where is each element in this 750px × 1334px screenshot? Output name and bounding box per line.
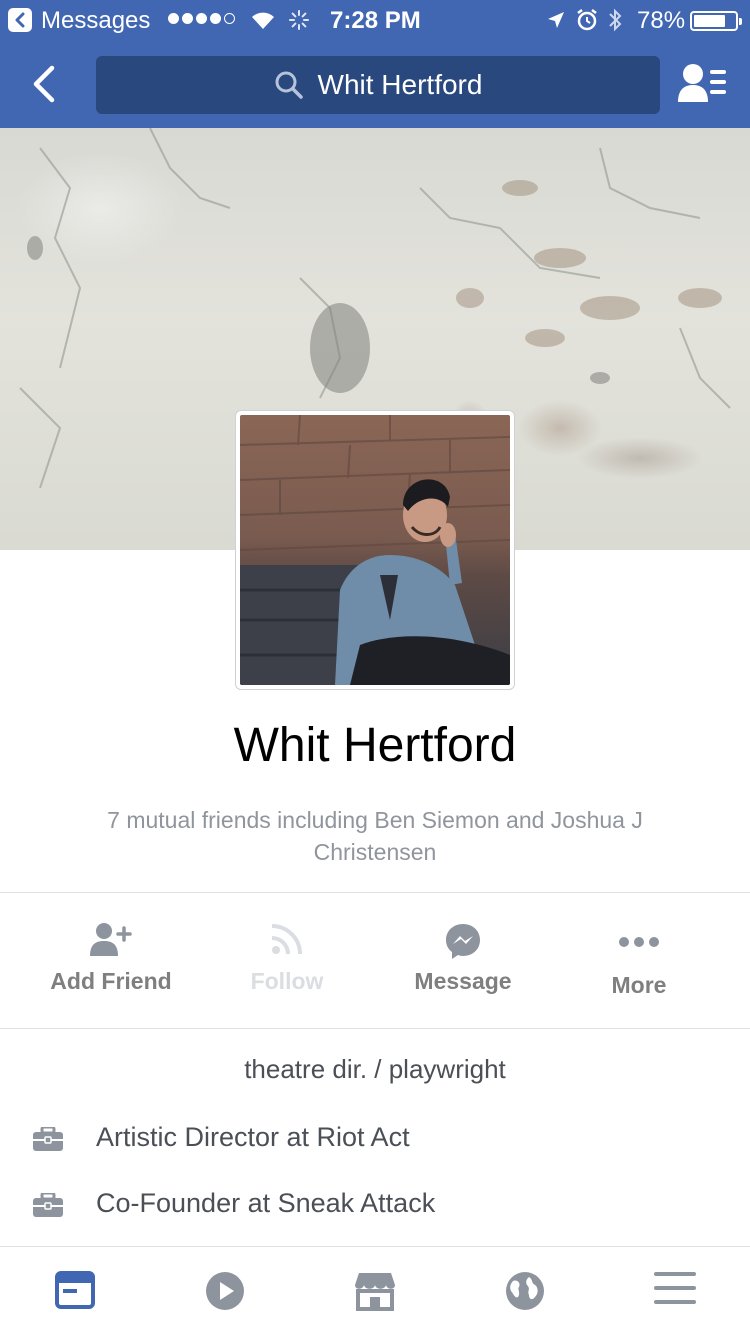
divider bbox=[0, 1028, 750, 1029]
profile-name: Whit Hertford bbox=[233, 719, 517, 772]
message-button[interactable]: Message bbox=[375, 894, 551, 1028]
profile-actions: Add Friend Follow Message More bbox=[0, 894, 750, 1028]
mutual-friends-text[interactable]: 7 mutual friends including Ben Siemon an… bbox=[60, 804, 690, 868]
search-bar[interactable]: Whit Hertford bbox=[96, 56, 660, 114]
signal-icon bbox=[168, 13, 235, 24]
more-label: More bbox=[611, 972, 667, 998]
battery-icon bbox=[690, 11, 742, 31]
search-icon bbox=[275, 71, 303, 99]
message-label: Message bbox=[414, 968, 512, 994]
follow-label: Follow bbox=[250, 968, 324, 994]
loading-spinner-icon bbox=[289, 10, 309, 30]
bluetooth-icon bbox=[609, 8, 622, 32]
briefcase-icon bbox=[33, 1193, 63, 1217]
more-button[interactable]: More bbox=[551, 894, 727, 1028]
tab-news-feed[interactable] bbox=[0, 1247, 150, 1334]
friends-list-button[interactable] bbox=[678, 62, 728, 106]
work-item-label: Artistic Director at Riot Act bbox=[96, 1122, 410, 1152]
wifi-icon bbox=[252, 12, 274, 29]
rss-icon bbox=[271, 924, 302, 955]
work-item-label: Co-Founder at Sneak Attack bbox=[96, 1188, 436, 1218]
tab-marketplace[interactable] bbox=[300, 1247, 450, 1334]
profile-picture[interactable] bbox=[235, 410, 515, 690]
search-input[interactable]: Whit Hertford bbox=[318, 69, 483, 101]
tab-video[interactable] bbox=[150, 1247, 300, 1334]
work-item[interactable]: Artistic Director at Riot Act bbox=[0, 1114, 750, 1164]
add-friend-label: Add Friend bbox=[50, 968, 172, 994]
profile-photo-illustration bbox=[240, 415, 510, 685]
marketplace-icon bbox=[355, 1273, 395, 1311]
alarm-icon bbox=[577, 9, 597, 31]
friend-list-icon bbox=[678, 64, 726, 102]
profile-headline: theatre dir. / playwright bbox=[244, 1054, 506, 1084]
menu-icon bbox=[654, 1272, 696, 1304]
news-feed-icon bbox=[55, 1271, 95, 1309]
globe-icon bbox=[506, 1272, 544, 1310]
add-friend-button[interactable]: Add Friend bbox=[23, 894, 199, 1028]
more-icon bbox=[619, 937, 659, 947]
video-icon bbox=[206, 1272, 244, 1310]
follow-button[interactable]: Follow bbox=[199, 894, 375, 1028]
briefcase-icon bbox=[33, 1127, 63, 1151]
nav-bar: Whit Hertford bbox=[0, 40, 750, 128]
location-arrow-icon bbox=[548, 12, 564, 28]
back-button[interactable] bbox=[26, 64, 66, 104]
tab-notifications[interactable] bbox=[450, 1247, 600, 1334]
battery-percent: 78% bbox=[637, 7, 686, 34]
add-friend-icon bbox=[90, 923, 132, 956]
tab-bar bbox=[0, 1246, 750, 1334]
back-to-app-icon[interactable] bbox=[8, 8, 32, 32]
status-bar: Messages 7:28 PM 78% bbox=[0, 0, 750, 40]
divider bbox=[0, 892, 750, 893]
messenger-icon bbox=[446, 924, 480, 959]
chevron-left-icon bbox=[33, 65, 55, 103]
tab-menu[interactable] bbox=[600, 1247, 750, 1334]
status-time: 7:28 PM bbox=[330, 7, 421, 34]
work-item[interactable]: Co-Founder at Sneak Attack bbox=[0, 1180, 750, 1230]
back-app-label[interactable]: Messages bbox=[41, 7, 150, 35]
